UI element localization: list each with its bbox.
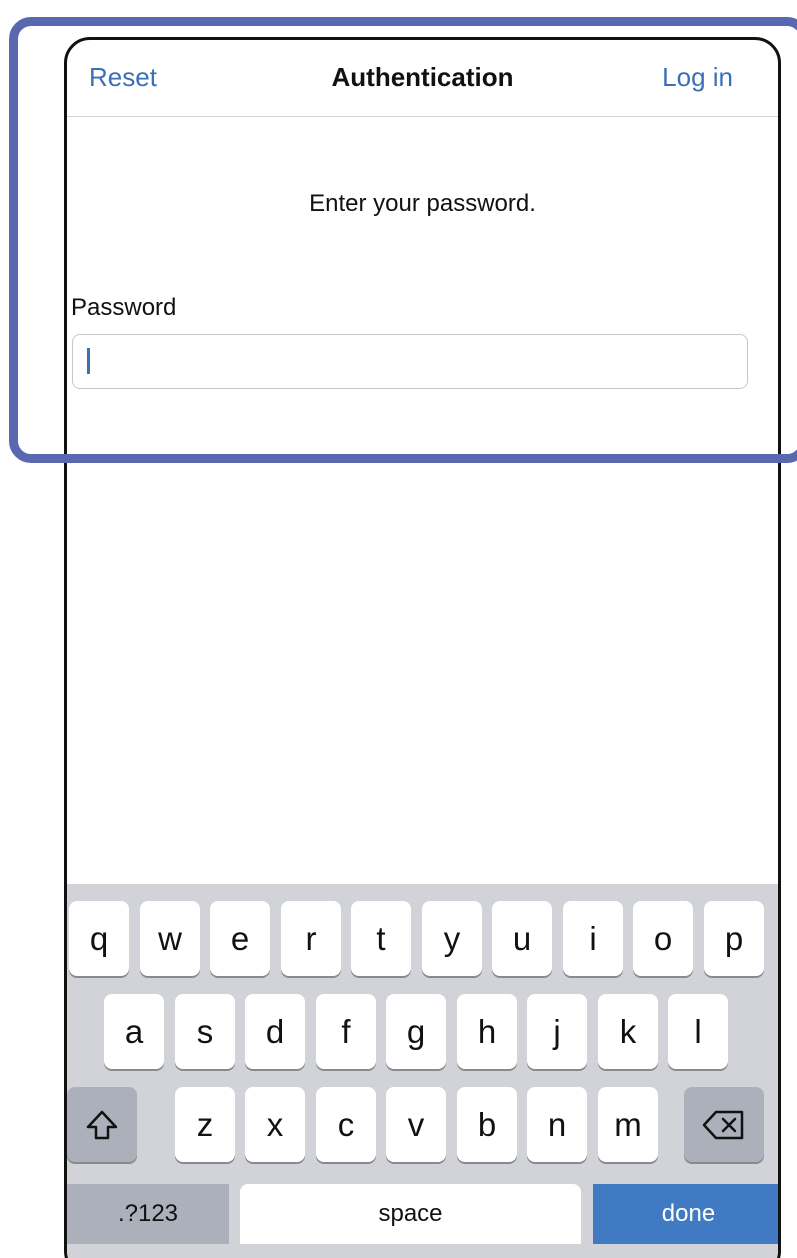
password-prompt: Enter your password. xyxy=(309,190,536,217)
shift-key[interactable] xyxy=(67,1087,137,1162)
navigation-bar: Reset Authentication Log in xyxy=(67,40,778,117)
phone-frame: Reset Authentication Log in Enter your p… xyxy=(64,37,781,1258)
key-b[interactable]: b xyxy=(457,1087,517,1162)
numbers-key[interactable]: .?123 xyxy=(67,1184,229,1244)
key-a[interactable]: a xyxy=(104,994,164,1069)
key-r[interactable]: r xyxy=(281,901,341,976)
shift-icon xyxy=(86,1110,118,1139)
key-q[interactable]: q xyxy=(69,901,129,976)
key-n[interactable]: n xyxy=(527,1087,587,1162)
key-h[interactable]: h xyxy=(457,994,517,1069)
key-m[interactable]: m xyxy=(598,1087,658,1162)
key-l[interactable]: l xyxy=(668,994,728,1069)
key-k[interactable]: k xyxy=(598,994,658,1069)
key-u[interactable]: u xyxy=(492,901,552,976)
backspace-key[interactable] xyxy=(684,1087,764,1162)
key-j[interactable]: j xyxy=(527,994,587,1069)
key-t[interactable]: t xyxy=(351,901,411,976)
key-c[interactable]: c xyxy=(316,1087,376,1162)
done-key[interactable]: done xyxy=(593,1184,778,1244)
password-label: Password xyxy=(71,294,177,321)
backspace-icon xyxy=(702,1110,744,1139)
key-w[interactable]: w xyxy=(140,901,200,976)
screen: Reset Authentication Log in Enter your p… xyxy=(0,0,797,1258)
log-in-button[interactable]: Log in xyxy=(662,62,733,93)
key-f[interactable]: f xyxy=(316,994,376,1069)
password-field[interactable] xyxy=(72,334,748,389)
key-z[interactable]: z xyxy=(175,1087,235,1162)
key-e[interactable]: e xyxy=(210,901,270,976)
key-o[interactable]: o xyxy=(633,901,693,976)
key-i[interactable]: i xyxy=(563,901,623,976)
text-cursor xyxy=(87,348,90,374)
key-g[interactable]: g xyxy=(386,994,446,1069)
key-s[interactable]: s xyxy=(175,994,235,1069)
space-key[interactable]: space xyxy=(240,1184,581,1244)
key-d[interactable]: d xyxy=(245,994,305,1069)
key-p[interactable]: p xyxy=(704,901,764,976)
key-y[interactable]: y xyxy=(422,901,482,976)
key-v[interactable]: v xyxy=(386,1087,446,1162)
key-x[interactable]: x xyxy=(245,1087,305,1162)
on-screen-keyboard: q w e r t y u i o p a s d f g h j k l z … xyxy=(67,884,778,1258)
